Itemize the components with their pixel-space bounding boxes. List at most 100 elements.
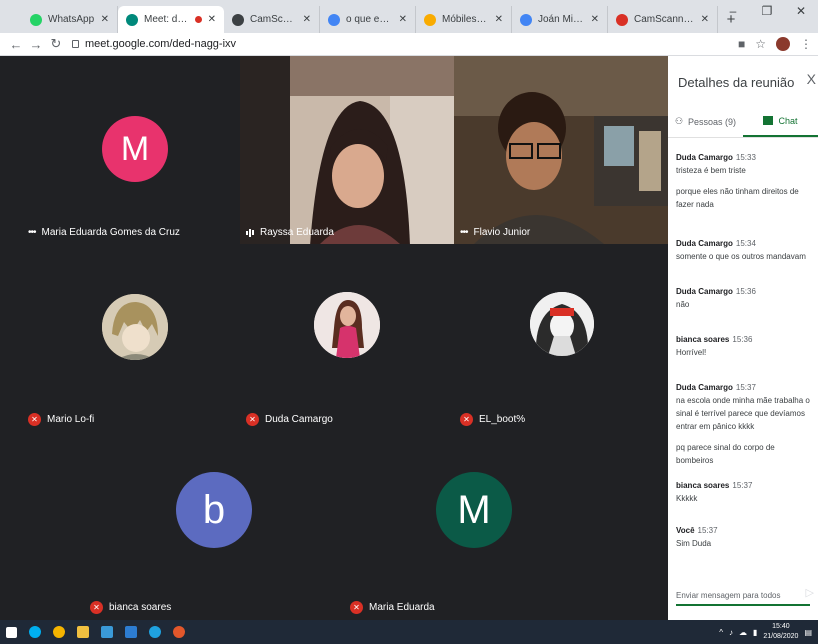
browser-tab[interactable]: Meet: ded-nagg-ixv ✕ bbox=[118, 6, 224, 33]
close-tab-icon[interactable]: ✕ bbox=[399, 14, 407, 25]
message-text: na escola onde minha mãe trabalha o sina… bbox=[676, 396, 810, 431]
message-sender: Duda Camargo 15:36 bbox=[676, 287, 812, 296]
tab-title: Móbiles | Enciclopédia It bbox=[442, 14, 489, 25]
participant-name: Maria Eduarda Gomes da Cruz bbox=[41, 227, 180, 238]
tab-chat-label: Chat bbox=[778, 115, 798, 126]
gmail-icon bbox=[616, 13, 628, 26]
message-text: pq parece sinal do corpo de bombeiros bbox=[676, 443, 775, 465]
office-icon[interactable] bbox=[168, 622, 190, 642]
participant-video bbox=[454, 56, 668, 244]
participant-name-label: ✕ bianca soares bbox=[90, 601, 171, 614]
close-tab-icon[interactable]: ✕ bbox=[591, 14, 599, 25]
sender-name: Duda Camargo bbox=[676, 239, 733, 248]
close-window-icon[interactable]: ✕ bbox=[784, 4, 818, 18]
taskbar-clock[interactable]: 15:40 21/08/2020 bbox=[763, 622, 798, 642]
skype-icon[interactable] bbox=[24, 622, 46, 642]
tab-title: CamScanner 08-12-2020 bbox=[250, 14, 297, 25]
participant-name: Duda Camargo bbox=[265, 414, 333, 425]
participant-tile[interactable]: M ✕ Maria Eduarda bbox=[344, 432, 604, 620]
site-icon bbox=[424, 13, 436, 26]
url-field[interactable]: meet.google.com/ded-nagg-ixv bbox=[72, 38, 738, 50]
mic-off-icon: ✕ bbox=[90, 601, 103, 614]
tab-title: WhatsApp bbox=[48, 14, 95, 25]
minimize-icon[interactable]: – bbox=[716, 4, 750, 18]
settings-taskbar-icon[interactable] bbox=[96, 622, 118, 642]
sender-name: Você bbox=[676, 526, 695, 535]
notifications-icon[interactable]: ▤ bbox=[804, 628, 812, 637]
browser-tab[interactable]: o que estadista - Pesquisa ✕ bbox=[320, 6, 416, 33]
taskbar: ^ ♪ ☁ ▮ 15:40 21/08/2020 ▤ bbox=[0, 620, 818, 644]
close-tab-icon[interactable]: ✕ bbox=[101, 14, 109, 25]
message-sender: bianca soares 15:37 bbox=[676, 481, 812, 490]
battery-icon[interactable]: ▮ bbox=[753, 628, 757, 637]
windows-start-icon[interactable] bbox=[0, 622, 22, 642]
participant-video-tile[interactable]: ••• Flavio Junior bbox=[454, 56, 668, 244]
url-text: meet.google.com/ded-nagg-ixv bbox=[85, 38, 237, 50]
recording-indicator-icon bbox=[194, 16, 202, 23]
browser-tab[interactable]: Móbiles | Enciclopédia It ✕ bbox=[416, 6, 512, 33]
participant-name-label: ••• Flavio Junior bbox=[460, 227, 530, 238]
speaking-indicator-icon bbox=[246, 228, 254, 237]
close-tab-icon[interactable]: ✕ bbox=[701, 14, 709, 25]
participant-name: Mario Lo-fi bbox=[47, 414, 95, 425]
maximize-icon[interactable]: ❐ bbox=[750, 4, 784, 18]
more-options-icon[interactable]: ••• bbox=[460, 227, 468, 238]
message-time: 15:37 bbox=[735, 383, 756, 392]
close-tab-icon[interactable]: ✕ bbox=[495, 14, 503, 25]
profile-avatar[interactable] bbox=[776, 37, 790, 51]
participant-tile[interactable]: ✕ EL_boot% bbox=[454, 244, 668, 432]
participant-name-label: ✕ Mario Lo-fi bbox=[28, 413, 94, 426]
network-icon[interactable]: ☁ bbox=[739, 628, 747, 637]
participant-video-tile[interactable]: Rayssa Eduarda bbox=[240, 56, 454, 244]
reload-icon[interactable]: ↻ bbox=[46, 36, 66, 52]
mic-off-icon: ✕ bbox=[246, 413, 259, 426]
store-icon[interactable] bbox=[120, 622, 142, 642]
browser-tabstrip: WhatsApp✕Meet: ded-nagg-ixv✕CamScanner 0… bbox=[0, 0, 818, 33]
system-tray: ^ ♪ ☁ ▮ 15:40 21/08/2020 ▤ bbox=[719, 622, 812, 642]
participant-name: Flavio Junior bbox=[473, 227, 531, 238]
chat-message: Duda Camargo 15:37 na escola onde minha mã… bbox=[676, 383, 812, 467]
sender-name: Duda Camargo bbox=[676, 383, 733, 392]
forward-icon[interactable]: → bbox=[26, 37, 46, 52]
camera-indicator-icon[interactable]: ■ bbox=[738, 37, 745, 51]
browser-menu-icon[interactable]: ⋮ bbox=[800, 37, 812, 51]
close-tab-icon[interactable]: ✕ bbox=[208, 14, 216, 25]
sender-name: bianca soares bbox=[676, 481, 730, 490]
participant-tile[interactable]: ✕ Duda Camargo bbox=[240, 244, 454, 432]
participant-avatar: b bbox=[176, 472, 252, 548]
message-time: 15:37 bbox=[697, 526, 718, 535]
bookmark-star-icon[interactable]: ☆ bbox=[755, 37, 766, 51]
message-text: Horrível! bbox=[676, 348, 707, 357]
message-text: não bbox=[676, 300, 690, 309]
tab-chat[interactable]: Chat bbox=[743, 106, 818, 137]
window-controls: – ❐ ✕ bbox=[716, 4, 818, 18]
people-icon: ⚇ bbox=[674, 116, 684, 126]
volume-icon[interactable]: ♪ bbox=[729, 628, 733, 637]
close-panel-button[interactable]: X bbox=[807, 71, 816, 87]
browser-tab[interactable]: CamScanner 08-20-2020 ✕ bbox=[608, 6, 718, 33]
browser-tab[interactable]: Joán Miró - Pesquisa Go ✕ bbox=[512, 6, 608, 33]
browser-tab[interactable]: WhatsApp ✕ bbox=[22, 6, 118, 33]
back-icon[interactable]: ← bbox=[6, 37, 26, 52]
chat-message: Duda Camargo 15:36 não bbox=[676, 287, 812, 311]
participant-tile[interactable]: b ✕ bianca soares bbox=[84, 432, 344, 620]
mic-off-icon: ✕ bbox=[28, 413, 41, 426]
tray-chevron-icon[interactable]: ^ bbox=[719, 628, 723, 637]
more-options-icon[interactable]: ••• bbox=[28, 227, 36, 238]
file-explorer-icon[interactable] bbox=[72, 622, 94, 642]
tab-people[interactable]: ⚇ Pessoas (9) bbox=[668, 106, 743, 137]
edge-icon[interactable] bbox=[144, 622, 166, 642]
mic-off-icon: ✕ bbox=[460, 413, 473, 426]
chat-input[interactable]: Enviar mensagem para todos bbox=[676, 586, 810, 606]
address-bar: ← → ↻ meet.google.com/ded-nagg-ixv ■ ☆ ⋮ bbox=[0, 33, 818, 56]
participant-tile[interactable]: ✕ Mario Lo-fi bbox=[22, 244, 240, 432]
close-tab-icon[interactable]: ✕ bbox=[303, 14, 311, 25]
browser-tab[interactable]: CamScanner 08-12-2020 ✕ bbox=[224, 6, 320, 33]
message-text: porque eles não tinham direitos de fazer… bbox=[676, 187, 799, 209]
participant-tile[interactable]: M ••• Maria Eduarda Gomes da Cruz bbox=[22, 56, 240, 244]
participant-name: Rayssa Eduarda bbox=[260, 227, 334, 238]
chrome-taskbar-icon[interactable] bbox=[48, 622, 70, 642]
chat-message: Duda Camargo 15:34 somente o que os outros… bbox=[676, 239, 812, 263]
sender-name: Duda Camargo bbox=[676, 153, 733, 162]
send-icon[interactable]: ▷ bbox=[806, 586, 814, 599]
